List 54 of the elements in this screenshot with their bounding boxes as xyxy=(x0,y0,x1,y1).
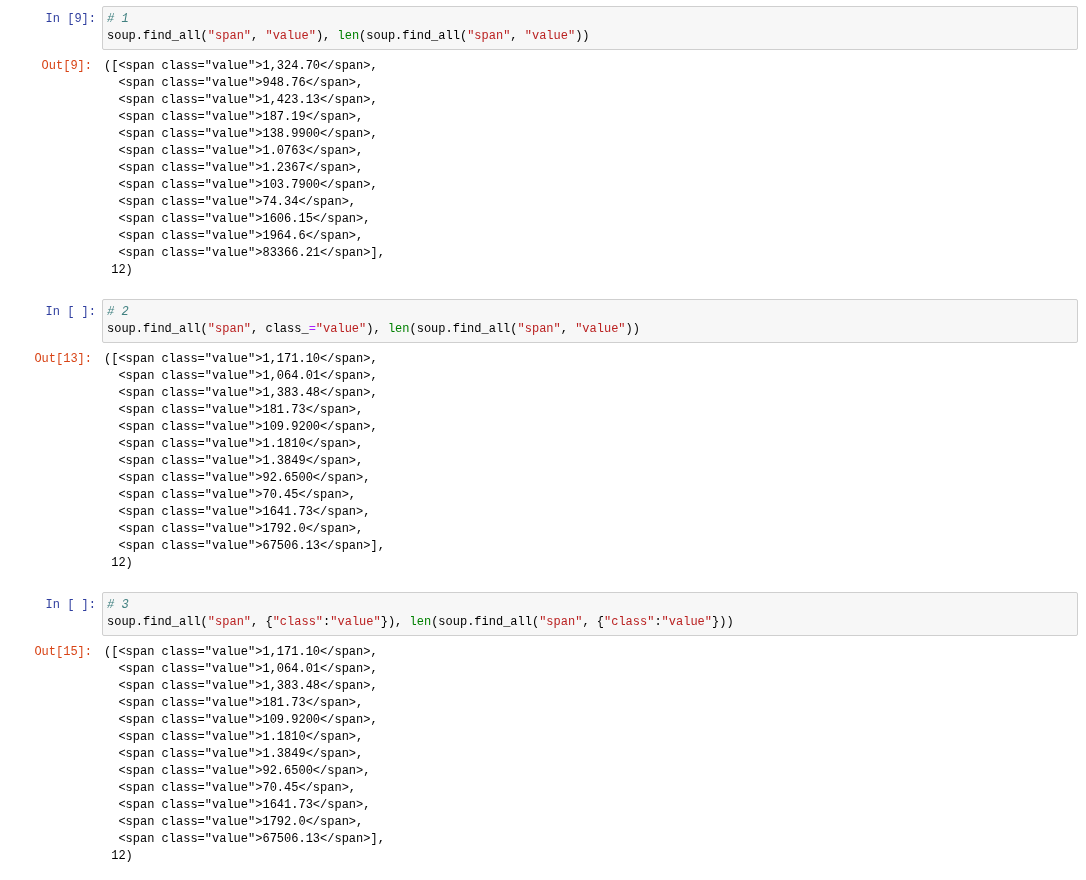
output-prompt: Out[9]: xyxy=(40,58,93,75)
output-line: <span class="value">1,064.01</span>, xyxy=(117,661,379,678)
output-line: <span class="value">1.3849</span>, xyxy=(117,453,365,470)
output-line: <span class="value">92.6500</span>, xyxy=(117,763,372,780)
output-line: <span class="value">1792.0</span>, xyxy=(117,814,365,831)
output-line: <span class="value">70.45</span>, xyxy=(117,780,358,797)
output-line: 12) xyxy=(110,262,134,279)
output-line: <span class="value">83366.21</span>], xyxy=(117,245,385,262)
output-line: <span class="value">1641.73</span>, xyxy=(117,797,372,814)
output-prompt: Out[15]: xyxy=(33,644,93,661)
output-line: <span class="value">67506.13</span>], xyxy=(117,538,385,555)
output-line: <span class="value">1,064.01</span>, xyxy=(117,368,379,385)
input-prompt: In [9]: xyxy=(44,11,97,28)
output-line: <span class="value">1,383.48</span>, xyxy=(117,385,379,402)
output-line: <span class="value">1606.15</span>, xyxy=(117,211,372,228)
code-line: soup.find_all("span", {"class":"value"}), len(soup.find_all("span", {"class":"value"})) xyxy=(107,614,735,631)
output-line: <span class="value">1.0763</span>, xyxy=(117,143,365,160)
code-line: # 2 xyxy=(107,304,130,321)
output-line: <span class="value">1.3849</span>, xyxy=(117,746,365,763)
output-line: 12) xyxy=(110,555,134,572)
input-prompt: In [ ]: xyxy=(44,597,97,614)
output-line: ([<span class="value">1,171.10</span>, xyxy=(104,351,379,368)
code-line: soup.find_all("span", class_="value"), len(soup.find_all("span", "value")) xyxy=(107,321,641,338)
output-line: <span class="value">1641.73</span>, xyxy=(117,504,372,521)
code-line: # 1 xyxy=(107,11,130,28)
code-line: # 3 xyxy=(107,597,130,614)
output-line: <span class="value">67506.13</span>], xyxy=(117,831,385,848)
output-line: 12) xyxy=(110,848,134,865)
code-input-area[interactable]: # 1 soup.find_all("span", "value"), len(soup.find_all("span", "value")) xyxy=(102,6,1078,50)
output-prompt: Out[13]: xyxy=(33,351,93,368)
output-line: <span class="value">1.2367</span>, xyxy=(117,160,365,177)
output-line: <span class="value">181.73</span>, xyxy=(117,402,365,419)
output-line: ([<span class="value">1,324.70</span>, xyxy=(104,58,379,75)
output-line: <span class="value">138.9900</span>, xyxy=(117,126,379,143)
code-line: soup.find_all("span", "value"), len(soup.find_all("span", "value")) xyxy=(107,28,591,45)
output-line: <span class="value">187.19</span>, xyxy=(117,109,365,126)
input-prompt: In [ ]: xyxy=(44,304,97,321)
code-input-area[interactable]: # 2 soup.find_all("span", class_="value"), len(soup.find_all("span", "value")) xyxy=(102,299,1078,343)
output-line: <span class="value">74.34</span>, xyxy=(117,194,358,211)
output-line: <span class="value">1.1810</span>, xyxy=(117,729,365,746)
output-line: ([<span class="value">1,171.10</span>, xyxy=(104,644,379,661)
code-input-area[interactable]: # 3 soup.find_all("span", {"class":"value"}), len(soup.find_all("span", {"class":"value"})) xyxy=(102,592,1078,636)
output-line: <span class="value">1,423.13</span>, xyxy=(117,92,379,109)
output-line: <span class="value">103.7900</span>, xyxy=(117,177,379,194)
output-line: <span class="value">1792.0</span>, xyxy=(117,521,365,538)
output-line: <span class="value">109.9200</span>, xyxy=(117,419,379,436)
output-line: <span class="value">109.9200</span>, xyxy=(117,712,379,729)
output-line: <span class="value">948.76</span>, xyxy=(117,75,365,92)
output-line: <span class="value">1,383.48</span>, xyxy=(117,678,379,695)
output-line: <span class="value">181.73</span>, xyxy=(117,695,365,712)
output-line: <span class="value">92.6500</span>, xyxy=(117,470,372,487)
output-line: <span class="value">70.45</span>, xyxy=(117,487,358,504)
output-line: <span class="value">1964.6</span>, xyxy=(117,228,365,245)
output-line: <span class="value">1.1810</span>, xyxy=(117,436,365,453)
